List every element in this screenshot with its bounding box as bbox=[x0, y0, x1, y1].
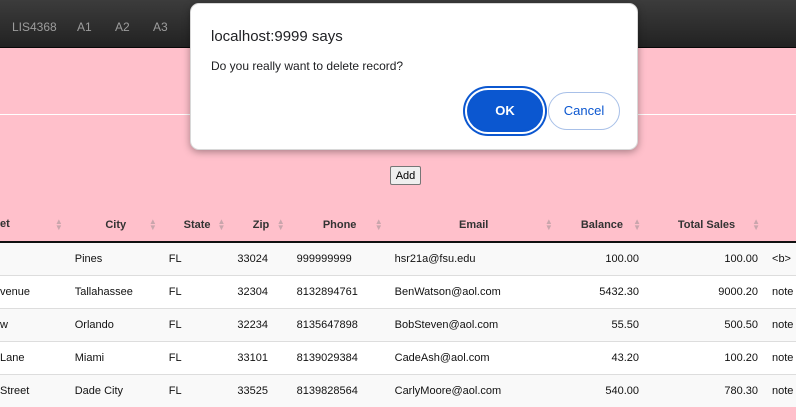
column-header-balance[interactable]: Balance ▲ ▼ bbox=[558, 208, 648, 243]
cancel-button[interactable]: Cancel bbox=[548, 92, 620, 130]
cell-street: w bbox=[0, 307, 69, 341]
cell-email: BobSteven@aol.com bbox=[388, 307, 559, 341]
dialog-title: localhost:9999 says bbox=[211, 28, 343, 45]
cell-city: Dade City bbox=[68, 373, 163, 407]
add-button[interactable]: Add bbox=[390, 166, 421, 185]
cell-total-sales: 100.00 bbox=[647, 241, 767, 275]
column-header-notes[interactable] bbox=[766, 208, 796, 243]
cell-email: hsr21a@fsu.edu bbox=[388, 241, 559, 275]
sort-icon: ▲ ▼ bbox=[752, 217, 761, 232]
cell-balance: 540.00 bbox=[558, 373, 648, 407]
cell-city: Pines bbox=[68, 241, 163, 275]
cell-notes: note bbox=[766, 307, 796, 341]
column-header-street[interactable]: et ▲ ▼ bbox=[0, 208, 69, 243]
cell-phone: 999999999 bbox=[290, 241, 389, 275]
cell-notes: note bbox=[766, 340, 796, 374]
cell-balance: 43.20 bbox=[558, 340, 648, 374]
cell-zip: 32304 bbox=[231, 274, 291, 308]
cell-balance: 5432.30 bbox=[558, 274, 648, 308]
sort-icon: ▲ ▼ bbox=[276, 217, 285, 232]
cell-state: FL bbox=[162, 241, 232, 275]
cell-city: Orlando bbox=[68, 307, 163, 341]
table-header-row: et ▲ ▼ City ▲ ▼ State ▲ ▼ Zip ▲ ▼ Phone ▲ ▼ Email ▲… bbox=[0, 208, 796, 243]
cell-city: Tallahassee bbox=[68, 274, 163, 308]
cell-balance: 100.00 bbox=[558, 241, 648, 275]
ok-button[interactable]: OK bbox=[467, 90, 543, 132]
table-row[interactable]: Lane Miami FL 33101 8139029384 CadeAsh@a… bbox=[0, 340, 796, 374]
cell-notes: <b> bbox=[766, 241, 796, 275]
cell-total-sales: 780.30 bbox=[647, 373, 767, 407]
cell-street: Street bbox=[0, 373, 69, 407]
cell-email: CadeAsh@aol.com bbox=[388, 340, 559, 374]
table-row[interactable]: w Orlando FL 32234 8135647898 BobSteven@… bbox=[0, 307, 796, 341]
cell-zip: 33024 bbox=[231, 241, 291, 275]
cell-zip: 33101 bbox=[231, 340, 291, 374]
sort-icon: ▲ ▼ bbox=[544, 217, 553, 232]
cell-balance: 55.50 bbox=[558, 307, 648, 341]
sort-icon: ▲ ▼ bbox=[148, 217, 157, 232]
column-header-city[interactable]: City ▲ ▼ bbox=[68, 208, 163, 243]
cell-state: FL bbox=[162, 274, 232, 308]
nav-item-a2[interactable]: A2 bbox=[115, 0, 130, 48]
cell-notes: note bbox=[766, 274, 796, 308]
customers-table: et ▲ ▼ City ▲ ▼ State ▲ ▼ Zip ▲ ▼ Phone ▲ ▼ Email ▲… bbox=[0, 208, 796, 407]
cell-street: venue bbox=[0, 274, 69, 308]
sort-icon: ▲ ▼ bbox=[217, 217, 226, 232]
confirm-dialog: localhost:9999 says Do you really want t… bbox=[190, 3, 638, 150]
nav-item-a1[interactable]: A1 bbox=[77, 0, 92, 48]
sort-icon: ▲ ▼ bbox=[374, 217, 383, 232]
column-header-state[interactable]: State ▲ ▼ bbox=[162, 208, 232, 243]
sort-icon: ▲ ▼ bbox=[633, 217, 642, 232]
nav-brand[interactable]: LIS4368 bbox=[12, 0, 57, 48]
cell-zip: 32234 bbox=[231, 307, 291, 341]
table-row[interactable]: venue Tallahassee FL 32304 8132894761 Be… bbox=[0, 274, 796, 308]
cell-street bbox=[0, 241, 69, 275]
cell-state: FL bbox=[162, 373, 232, 407]
cell-phone: 8139828564 bbox=[290, 373, 389, 407]
column-header-zip[interactable]: Zip ▲ ▼ bbox=[231, 208, 291, 243]
cell-phone: 8135647898 bbox=[290, 307, 389, 341]
cell-street: Lane bbox=[0, 340, 69, 374]
cell-city: Miami bbox=[68, 340, 163, 374]
sort-icon: ▲ ▼ bbox=[54, 217, 63, 232]
cell-phone: 8139029384 bbox=[290, 340, 389, 374]
table-row[interactable]: Pines FL 33024 999999999 hsr21a@fsu.edu … bbox=[0, 241, 796, 275]
dialog-message: Do you really want to delete record? bbox=[211, 59, 404, 73]
cell-email: CarlyMoore@aol.com bbox=[388, 373, 559, 407]
column-header-email[interactable]: Email ▲ ▼ bbox=[388, 208, 559, 243]
column-header-total-sales[interactable]: Total Sales ▲ ▼ bbox=[647, 208, 767, 243]
nav-item-a3[interactable]: A3 bbox=[153, 0, 168, 48]
cell-state: FL bbox=[162, 307, 232, 341]
cell-state: FL bbox=[162, 340, 232, 374]
cell-total-sales: 100.20 bbox=[647, 340, 767, 374]
table-row[interactable]: Street Dade City FL 33525 8139828564 Car… bbox=[0, 373, 796, 407]
cell-total-sales: 500.50 bbox=[647, 307, 767, 341]
cell-notes: note bbox=[766, 373, 796, 407]
cell-email: BenWatson@aol.com bbox=[388, 274, 559, 308]
cell-total-sales: 9000.20 bbox=[647, 274, 767, 308]
column-header-phone[interactable]: Phone ▲ ▼ bbox=[290, 208, 389, 243]
cell-phone: 8132894761 bbox=[290, 274, 389, 308]
cell-zip: 33525 bbox=[231, 373, 291, 407]
customers-table-container: et ▲ ▼ City ▲ ▼ State ▲ ▼ Zip ▲ ▼ Phone ▲ ▼ Email ▲… bbox=[0, 208, 796, 420]
